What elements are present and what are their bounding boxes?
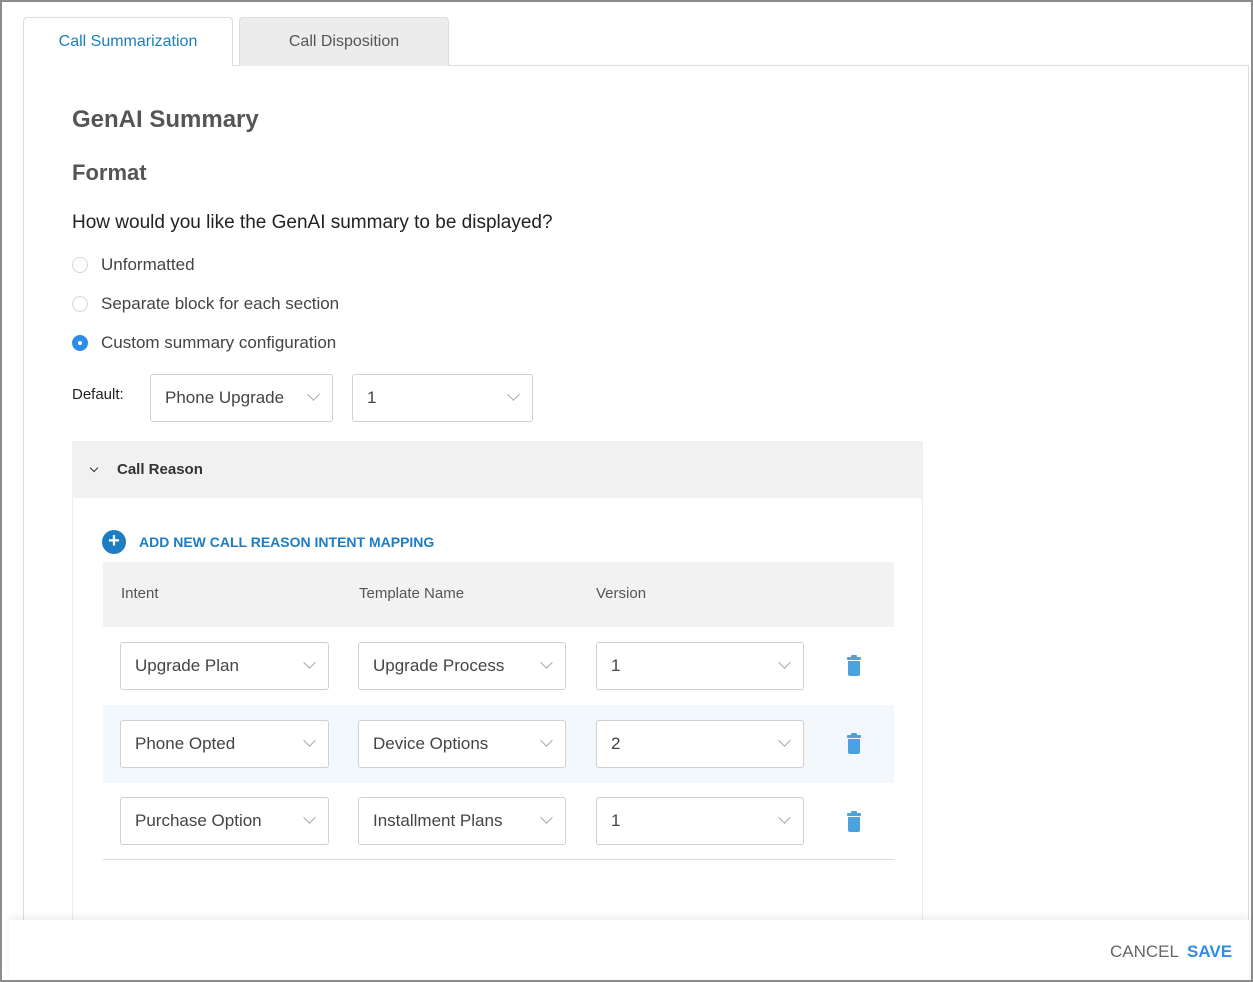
select-value: Upgrade Plan [135, 656, 239, 675]
table-bottom-divider [103, 859, 894, 860]
section-title-format: Format [72, 160, 147, 185]
version-select[interactable]: 1 [596, 797, 804, 845]
chevron-down-icon [303, 811, 316, 824]
trash-icon[interactable] [847, 655, 861, 676]
template-select[interactable]: Upgrade Process [358, 642, 566, 690]
add-intent-mapping-button[interactable]: + ADD NEW CALL REASON INTENT MAPPING [102, 530, 434, 554]
call-reason-section-header[interactable]: Call Reason [72, 441, 923, 498]
select-value: Phone Upgrade [165, 388, 285, 407]
chevron-down-icon [507, 388, 520, 401]
page-title: GenAI Summary [72, 106, 259, 133]
default-template-select[interactable]: Phone Upgrade [150, 374, 333, 422]
radio-separate-block[interactable]: Separate block for each section [72, 294, 339, 314]
select-value: 1 [367, 388, 377, 407]
radio-button-selected[interactable] [72, 335, 88, 351]
chevron-down-icon [778, 811, 791, 824]
save-button[interactable]: SAVE [1187, 942, 1232, 962]
select-value: Phone Opted [135, 734, 236, 753]
radio-button[interactable] [72, 257, 88, 273]
radio-unformatted[interactable]: Unformatted [72, 255, 195, 275]
select-value: 1 [611, 656, 621, 675]
column-header-intent: Intent [121, 585, 159, 602]
chevron-down-icon[interactable] [89, 463, 99, 472]
trash-icon[interactable] [847, 733, 861, 754]
radio-custom-summary[interactable]: Custom summary configuration [72, 333, 336, 353]
intent-select[interactable]: Phone Opted [120, 720, 329, 768]
chevron-down-icon [540, 734, 553, 747]
version-select[interactable]: 1 [596, 642, 804, 690]
template-select[interactable]: Device Options [358, 720, 566, 768]
radio-label: Custom summary configuration [101, 333, 337, 352]
radio-label: Unformatted [101, 255, 195, 274]
select-value: 2 [611, 734, 621, 753]
format-question: How would you like the GenAI summary to … [72, 212, 553, 233]
chevron-down-icon [540, 811, 553, 824]
tab-call-summarization[interactable]: Call Summarization [23, 17, 233, 66]
cancel-button[interactable]: CANCEL [1110, 942, 1179, 962]
tab-call-disposition[interactable]: Call Disposition [239, 17, 449, 66]
select-value: Device Options [373, 734, 489, 753]
trash-icon[interactable] [847, 811, 861, 832]
default-label: Default: [72, 386, 124, 403]
chevron-down-icon [307, 388, 320, 401]
template-select[interactable]: Installment Plans [358, 797, 566, 845]
plus-circle-icon: + [102, 530, 126, 554]
chevron-down-icon [778, 734, 791, 747]
footer-bar [9, 920, 1249, 978]
chevron-down-icon [303, 734, 316, 747]
intent-select[interactable]: Purchase Option [120, 797, 329, 845]
column-header-template-name: Template Name [359, 585, 465, 602]
select-value: Upgrade Process [373, 656, 505, 675]
section-title: Call Reason [117, 461, 203, 478]
select-value: 1 [611, 811, 621, 830]
add-intent-mapping-label: ADD NEW CALL REASON INTENT MAPPING [139, 534, 435, 550]
default-version-select[interactable]: 1 [352, 374, 533, 422]
mapping-table-header: Intent Template Name Version [103, 562, 894, 627]
radio-label: Separate block for each section [101, 294, 340, 313]
chevron-down-icon [778, 656, 791, 669]
column-header-version: Version [596, 585, 647, 602]
radio-button[interactable] [72, 296, 88, 312]
select-value: Installment Plans [373, 811, 503, 830]
version-select[interactable]: 2 [596, 720, 804, 768]
chevron-down-icon [303, 656, 316, 669]
chevron-down-icon [540, 656, 553, 669]
intent-select[interactable]: Upgrade Plan [120, 642, 329, 690]
select-value: Purchase Option [135, 811, 262, 830]
